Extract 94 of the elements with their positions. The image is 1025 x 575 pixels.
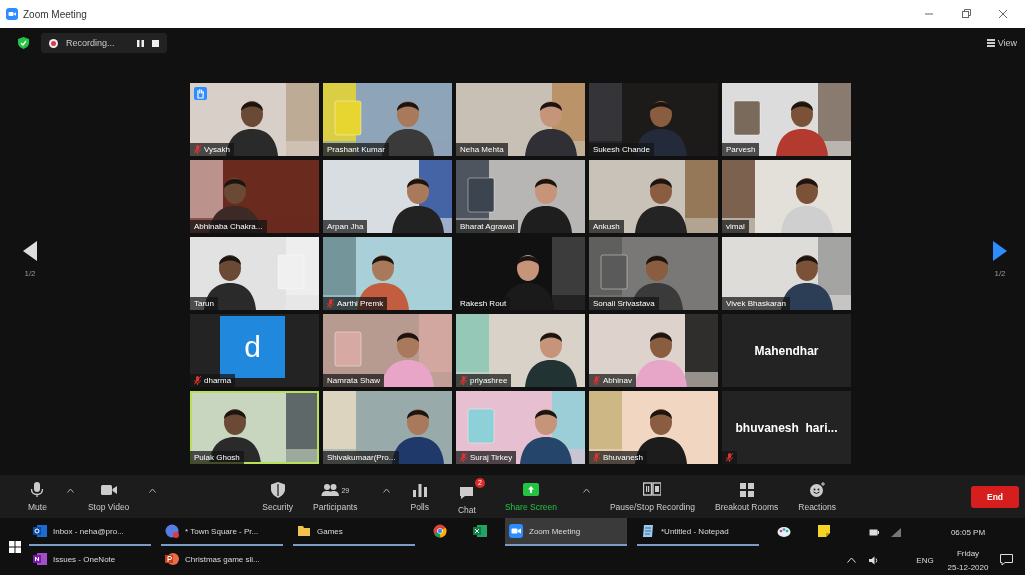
taskbar-app-button[interactable]: Inbox - neha@pro... <box>29 518 151 546</box>
camera-button[interactable]: Stop Video <box>87 481 130 512</box>
view-button[interactable]: View <box>986 38 1017 48</box>
people-icon <box>321 481 340 499</box>
participant-name: Parvesh <box>726 145 756 154</box>
participant-name: Abhinav <box>603 376 632 385</box>
participant-name: Sonali Srivastava <box>593 299 655 308</box>
taskbar-app-button[interactable]: *Untitled - Notepad <box>637 518 759 546</box>
chat-app-icon <box>165 524 179 538</box>
right-arrow-icon <box>993 241 1007 261</box>
battery-icon <box>869 528 879 536</box>
speaker-icon[interactable] <box>869 555 879 565</box>
close-icon <box>998 9 1008 19</box>
participant-name: Bharat Agrawal <box>460 222 515 231</box>
notepad-icon <box>641 524 655 538</box>
pause-button[interactable] <box>136 39 144 47</box>
participant-name: Arpan Jha <box>327 222 364 231</box>
taskbar-app-button[interactable]: Zoom Meeting <box>505 518 627 546</box>
next-page-button[interactable]: 1/2 <box>975 83 1025 475</box>
zoom-logo-icon <box>6 8 18 20</box>
participant-name: Namrata Shaw <box>327 376 380 385</box>
stop-icon <box>151 39 159 47</box>
participant-name: Mahendhar <box>753 342 820 360</box>
left-arrow-icon <box>23 241 37 261</box>
reactions-button[interactable]: Reactions <box>798 481 837 512</box>
grid-icon <box>986 39 995 47</box>
participant-name: Abhinaba Chakra... <box>194 222 263 231</box>
shield-button[interactable]: Security <box>262 481 294 512</box>
participant-name: Shivakumaar(Pro... <box>327 453 396 462</box>
participant-name: Tarun <box>194 299 214 308</box>
participant-name: Vysakh <box>204 145 230 154</box>
taskbar-app-button[interactable]: Games <box>293 518 415 546</box>
shield-icon <box>268 481 287 499</box>
participant-name: priyashree <box>470 376 508 385</box>
avatar-letter: d <box>244 330 261 364</box>
recording-button[interactable]: Pause/Stop Recording <box>609 481 695 512</box>
bar-chart-icon <box>410 481 429 499</box>
participant-name: Prashant Kumar <box>327 145 385 154</box>
caret-icon <box>66 487 74 493</box>
taskbar-app-button[interactable]: Christmas game sli... <box>161 546 283 574</box>
breakout-button[interactable]: Breakout Rooms <box>714 481 779 512</box>
spreadsheet-app-icon <box>473 524 487 538</box>
share-button[interactable]: Share Screen <box>504 481 557 512</box>
taskbar-app-button[interactable]: Issues - OneNote <box>29 546 151 574</box>
page-indicator: 1/2 <box>24 269 36 278</box>
restore-icon <box>961 9 971 19</box>
participant-name: Vivek Bhaskaran <box>726 299 786 308</box>
window-title: Zoom Meeting <box>23 8 87 20</box>
windows-logo-icon <box>8 540 21 553</box>
notebook-app-icon <box>33 552 47 566</box>
participant-name: Ankush <box>593 222 620 231</box>
share-screen-icon <box>521 481 540 499</box>
previous-page-button[interactable]: 1/2 <box>0 83 60 475</box>
recording-label: Recording... <box>66 38 115 48</box>
participant-name: Suraj Tirkey <box>470 453 513 462</box>
browser-icon <box>433 524 447 538</box>
pause-icon <box>136 39 144 47</box>
participant-name: Rakesh Rout <box>460 299 507 308</box>
wifi-icon <box>891 527 901 537</box>
video-app-icon <box>509 524 523 538</box>
stop-button[interactable] <box>151 39 159 47</box>
caret-icon <box>582 487 590 493</box>
sticky-note-icon <box>817 524 831 538</box>
clock-day: Friday <box>956 548 980 558</box>
participant-name: vimal <box>726 222 745 231</box>
participant-name: Aarthi Premk <box>337 299 384 308</box>
participant-name: Sukesh Chande <box>593 145 650 154</box>
notification-icon[interactable] <box>999 554 1013 566</box>
mail-app-icon <box>33 524 47 538</box>
participant-name: Bhuvanesh <box>603 453 644 462</box>
end-meeting-button[interactable]: End <box>971 485 1019 508</box>
caret-icon <box>383 487 391 493</box>
folder-icon <box>297 524 311 538</box>
language-indicator[interactable]: ENG <box>916 555 934 565</box>
page-indicator: 1/2 <box>994 269 1006 278</box>
participant-name: dharma <box>204 376 232 385</box>
four-squares-icon <box>737 481 756 499</box>
mute-button[interactable]: Mute <box>28 481 47 512</box>
caret-up-icon[interactable] <box>846 557 856 563</box>
speech-bubble-icon <box>457 484 476 502</box>
participant-name: Neha Mehta <box>460 145 504 154</box>
smiley-icon <box>808 481 827 499</box>
taskbar-app-button[interactable]: * Town Square - Pr... <box>161 518 283 546</box>
participant-name: bhuvanesh hari... <box>734 419 839 437</box>
polls-button[interactable]: Polls <box>410 481 429 512</box>
participant-name: Pulak Ghosh <box>194 453 240 462</box>
paint-palette-icon <box>777 524 791 538</box>
slides-app-icon <box>165 552 179 566</box>
clock-date: 25-12-2020 <box>947 562 989 572</box>
caret-icon <box>149 487 157 493</box>
pause-stop-icon <box>643 481 662 499</box>
recording-icon <box>49 38 58 48</box>
security-shield-icon <box>18 37 29 49</box>
clock-time: 06:05 PM <box>950 527 986 537</box>
